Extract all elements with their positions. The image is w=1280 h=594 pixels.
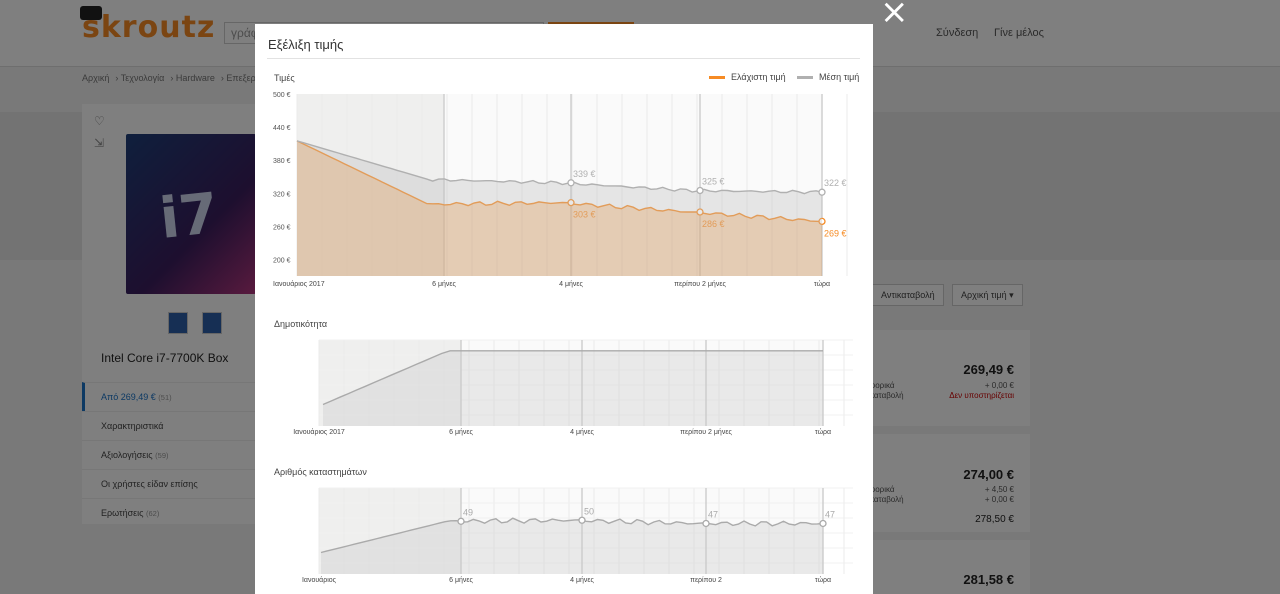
data-label: 322 €	[824, 178, 847, 188]
close-icon[interactable]: ×	[880, 0, 909, 32]
x-tick-label: 4 μήνες	[559, 281, 583, 288]
price-chart-label: Τιμές	[274, 73, 295, 83]
data-point	[702, 519, 710, 528]
popularity-chart-label: Δημοτικότητα	[274, 319, 328, 329]
x-tick-label: 6 μήνες	[449, 577, 473, 584]
x-tick-label: 4 μήνες	[570, 429, 594, 436]
divider	[267, 58, 860, 59]
stores-chart[interactable]: 49 50 47 47 Ιανουάριος 6 μήνες 4 μήνες περίπου …	[255, 482, 873, 594]
data-label: 50	[584, 506, 594, 516]
y-tick-label: 260 €	[273, 224, 291, 231]
x-tick-label: τώρα	[814, 280, 830, 288]
data-label: 339 €	[573, 169, 596, 179]
data-point	[578, 516, 586, 524]
modal-title: Εξέλιξη τιμής	[268, 37, 344, 52]
data-point	[696, 186, 704, 195]
x-tick-label: περίπου 2	[690, 576, 722, 584]
x-tick-label: Ιανουάριος 2017	[293, 428, 345, 436]
x-tick-label: περίπου 2 μήνες	[674, 280, 726, 288]
x-tick-label: Ιανουάριος 2017	[273, 280, 325, 288]
price-history-modal: Εξέλιξη τιμής Τιμές Ελάχιστη τιμή Μέση τ…	[255, 24, 873, 594]
data-point	[457, 517, 465, 525]
popularity-chart[interactable]: Ιανουάριος 2017 6 μήνες 4 μήνες περίπου 2 μ…	[255, 334, 873, 444]
data-label: 49	[463, 507, 473, 517]
x-tick-label: 6 μήνες	[449, 429, 473, 436]
data-label: 47	[825, 509, 835, 519]
legend-avg-price[interactable]: Μέση τιμή	[797, 72, 859, 82]
y-tick-label: 440 €	[273, 125, 291, 132]
x-tick-label: περίπου 2 μήνες	[680, 428, 732, 436]
x-tick-label: τώρα	[815, 576, 831, 584]
x-tick-label: Ιανουάριος	[302, 576, 337, 584]
x-tick-label: 6 μήνες	[432, 281, 456, 288]
price-chart[interactable]: 500 €440 €380 €320 €260 €200 €303 €286 €…	[255, 84, 873, 294]
data-point	[818, 188, 826, 196]
legend-min-price[interactable]: Ελάχιστη τιμή	[709, 72, 786, 82]
x-tick-label: 4 μήνες	[570, 577, 594, 584]
y-tick-label: 200 €	[273, 257, 291, 264]
data-point	[567, 179, 575, 187]
x-tick-label: τώρα	[815, 428, 831, 436]
data-label: 47	[708, 509, 718, 519]
data-label: 269 €	[824, 228, 847, 238]
y-tick-label: 320 €	[273, 191, 291, 198]
y-tick-label: 380 €	[273, 158, 291, 165]
stores-chart-label: Αριθμός καταστημάτων	[274, 467, 367, 477]
y-tick-label: 500 €	[273, 92, 291, 99]
data-label: 325 €	[702, 177, 725, 187]
data-point	[819, 519, 827, 528]
